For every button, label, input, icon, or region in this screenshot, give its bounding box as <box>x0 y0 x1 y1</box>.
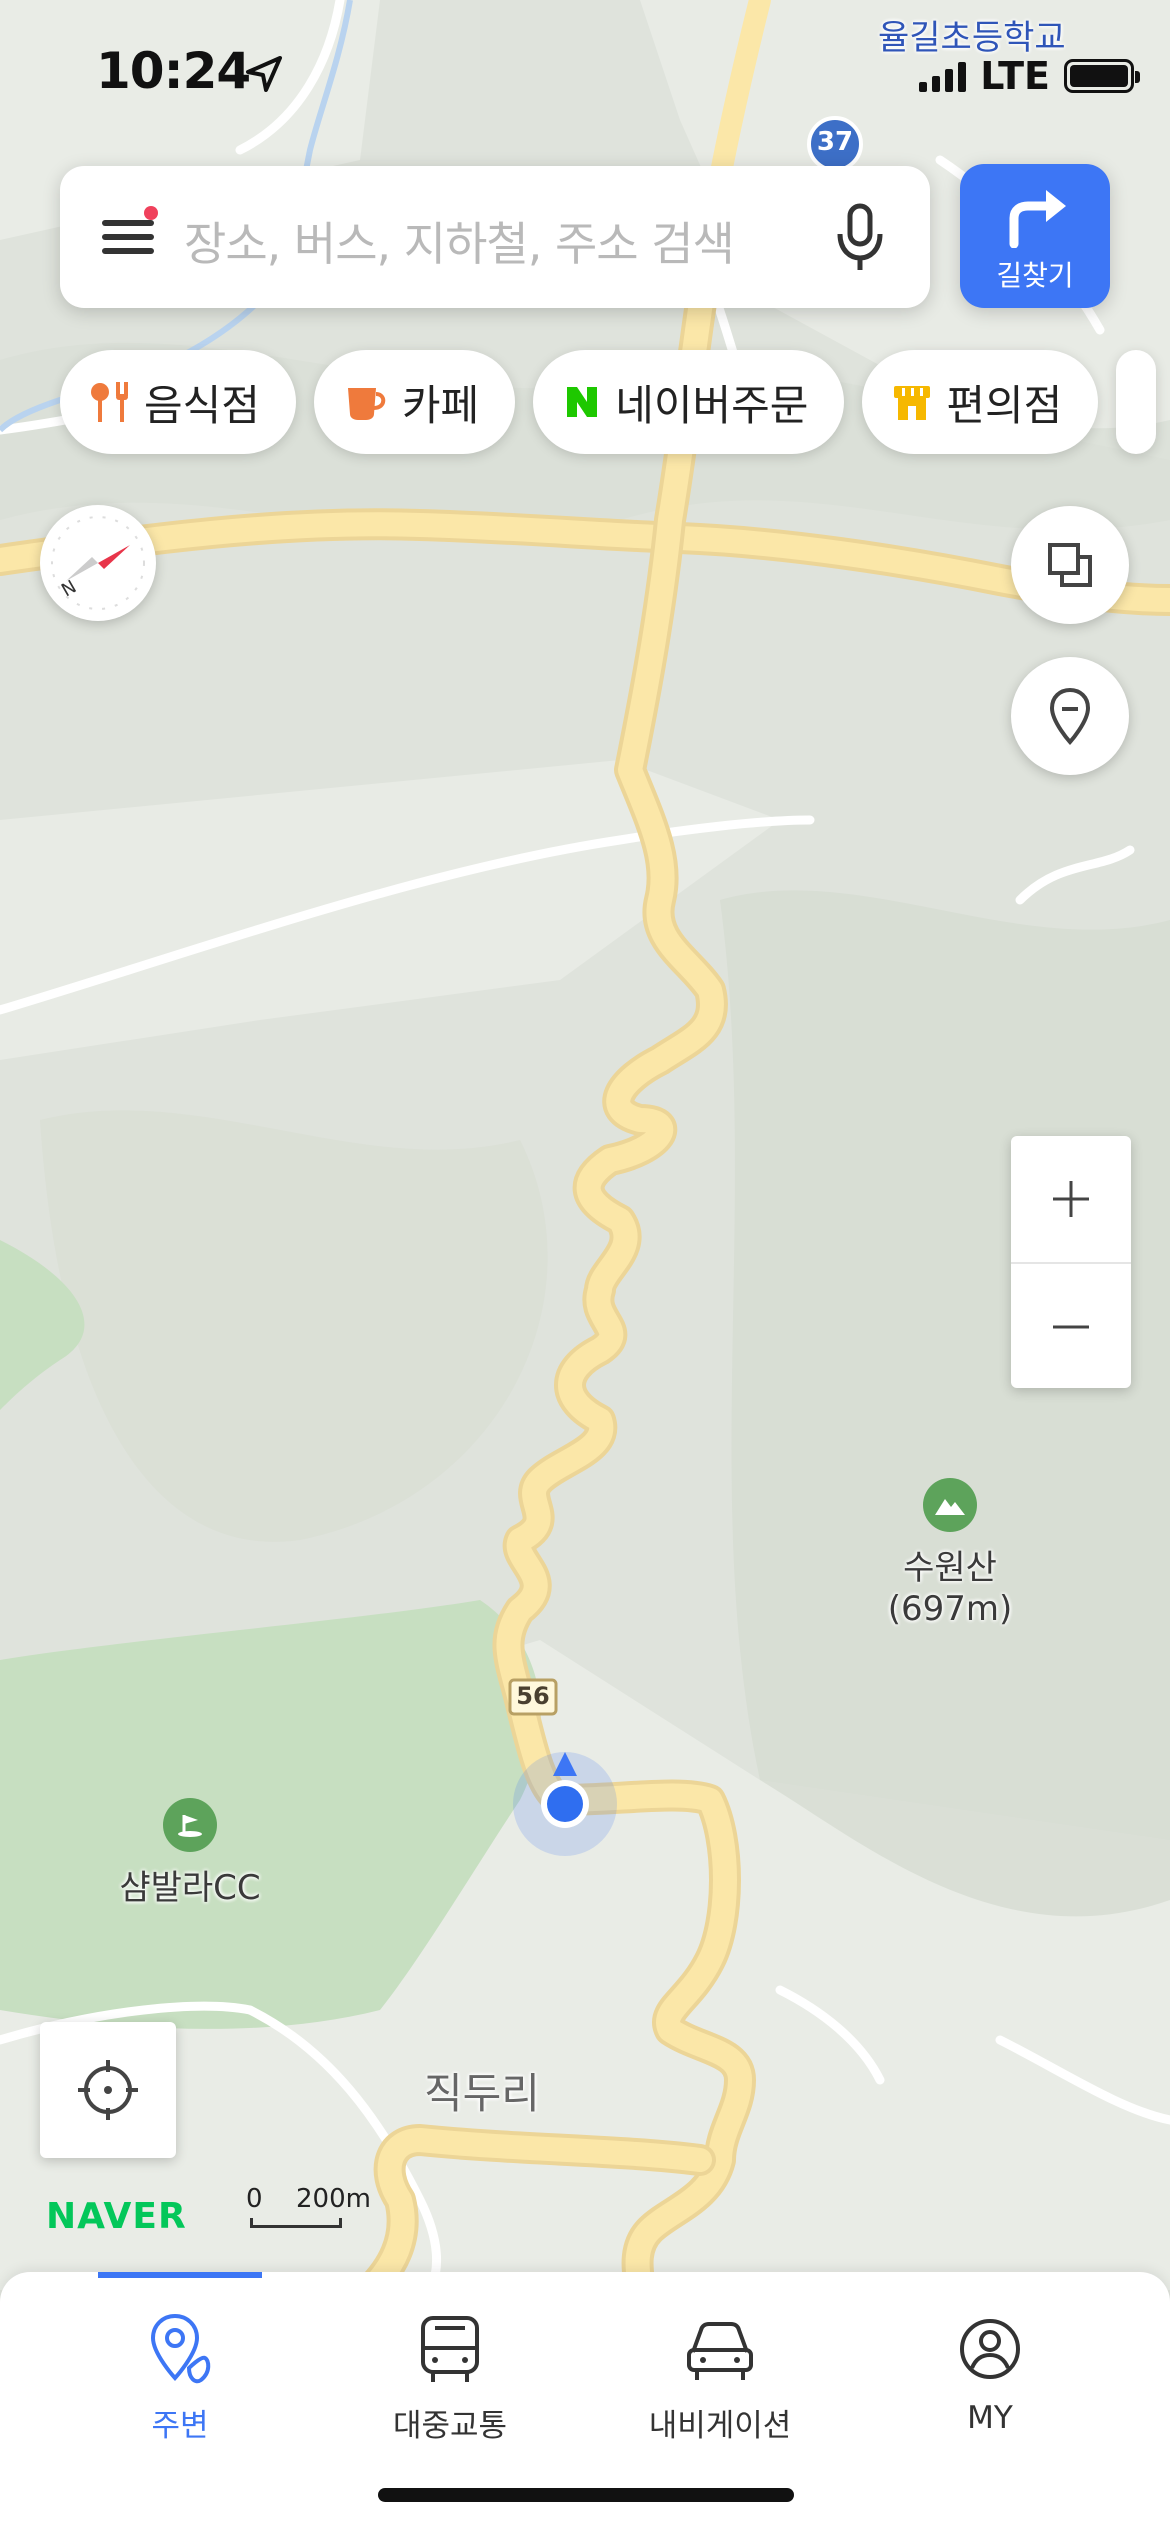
scale-zero: 0 <box>246 2184 263 2214</box>
golf-icon <box>163 1798 217 1852</box>
mountain-poi[interactable]: 수원산 (697m) <box>880 1478 1020 1629</box>
search-bar[interactable]: 장소, 버스, 지하철, 주소 검색 <box>60 166 930 308</box>
mountain-height: (697m) <box>887 1589 1013 1629</box>
tab-nearby[interactable]: 주변 <box>45 2312 315 2445</box>
zoom-in-button[interactable] <box>1011 1136 1131 1262</box>
chip-label: 네이버주문 <box>615 380 809 430</box>
network-type: LTE <box>980 54 1050 98</box>
golf-name: 샴발라CC <box>119 1868 261 1908</box>
school-label[interactable]: 율길초등학교 <box>878 10 1066 59</box>
menu-icon[interactable] <box>102 206 158 260</box>
layers-icon <box>1048 543 1092 587</box>
tab-my[interactable]: MY <box>855 2312 1125 2445</box>
microphone-icon[interactable] <box>830 202 890 274</box>
chip-more[interactable] <box>1116 350 1157 454</box>
signal-icon <box>919 60 967 92</box>
location-arrow-icon <box>246 56 282 92</box>
scale-bar <box>250 2218 342 2228</box>
minus-icon <box>1053 1325 1089 1329</box>
map-scale: 0 200m <box>246 2184 371 2232</box>
chip-naver-order[interactable]: 네이버주문 <box>533 350 845 454</box>
layers-button[interactable] <box>1011 506 1129 624</box>
turn-right-arrow-icon <box>1009 190 1066 249</box>
directions-label: 길찾기 <box>996 259 1074 292</box>
tab-label: 주변 <box>151 2408 209 2444</box>
directions-button[interactable]: 길찾기 <box>960 164 1110 308</box>
bus-icon <box>421 2316 479 2382</box>
status-time: 10:24 <box>96 42 251 100</box>
saved-places-button[interactable] <box>1011 657 1129 775</box>
chip-label: 음식점 <box>144 380 260 430</box>
cup-icon <box>347 388 386 420</box>
golf-poi[interactable]: 샴발라CC <box>110 1798 270 1909</box>
mountain-icon <box>923 1478 977 1532</box>
home-indicator <box>378 2488 794 2502</box>
store-icon <box>894 386 931 420</box>
svg-text:N: N <box>58 576 80 601</box>
route-37-shield-label: 37 <box>816 127 854 157</box>
battery-icon <box>1064 59 1140 93</box>
map-pin-icon <box>1049 687 1091 745</box>
tab-label: MY <box>967 2400 1013 2436</box>
pin-icon <box>150 2313 211 2384</box>
chip-cafe[interactable]: 카페 <box>313 350 516 454</box>
notification-dot <box>144 206 158 220</box>
tab-label: 내비게이션 <box>648 2408 792 2444</box>
fork-knife-icon <box>91 382 128 422</box>
plus-icon <box>1053 1181 1089 1217</box>
chip-restaurant[interactable]: 음식점 <box>60 350 296 454</box>
chip-convenience-store[interactable]: 편의점 <box>862 350 1099 454</box>
tab-transit[interactable]: 대중교통 <box>315 2312 585 2445</box>
status-indicators: LTE <box>919 54 1140 98</box>
search-placeholder[interactable]: 장소, 버스, 지하철, 주소 검색 <box>184 208 735 274</box>
category-chips: 음식점 카페 네이버주문 편의점 <box>60 350 1157 454</box>
car-icon <box>687 2322 753 2380</box>
user-icon <box>960 2319 1020 2379</box>
compass-icon: N <box>51 516 145 610</box>
zoom-control <box>1011 1136 1131 1388</box>
active-tab-indicator <box>98 2272 262 2278</box>
tab-navigation[interactable]: 내비게이션 <box>585 2312 855 2445</box>
chip-label: 카페 <box>401 380 480 430</box>
chip-label: 편의점 <box>946 380 1063 430</box>
village-label: 직두리 <box>424 2069 540 2118</box>
zoom-out-button[interactable] <box>1011 1264 1131 1390</box>
naver-n-icon <box>567 387 598 417</box>
mountain-name: 수원산 <box>903 1548 997 1588</box>
crosshair-icon <box>78 2060 138 2120</box>
tab-label: 대중교통 <box>392 2408 508 2444</box>
scale-distance: 200m <box>296 2184 371 2214</box>
compass-button[interactable]: N <box>40 505 156 621</box>
current-location-button[interactable] <box>40 2022 176 2158</box>
route-56-shield-label: 56 <box>516 1682 550 1710</box>
naver-logo: NAVER <box>46 2196 187 2237</box>
